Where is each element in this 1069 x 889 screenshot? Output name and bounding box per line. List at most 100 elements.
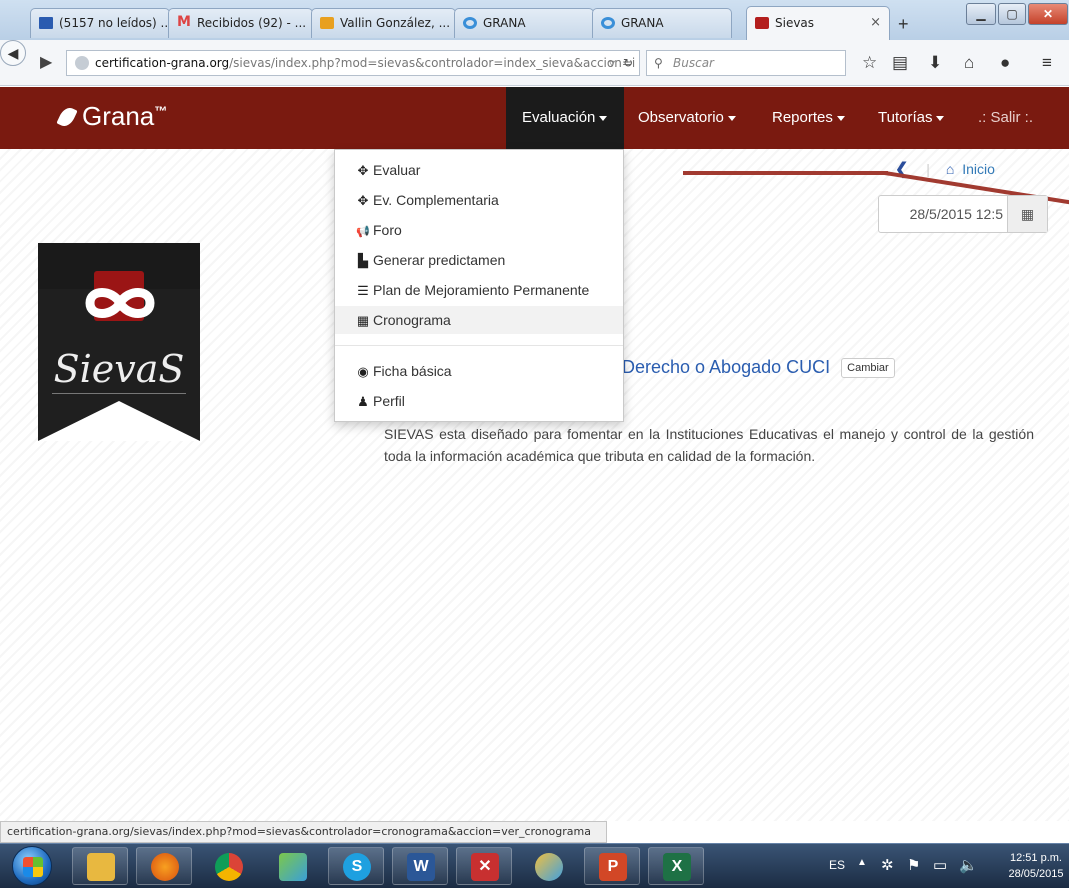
app-icon (279, 853, 307, 881)
annotation-line (683, 171, 888, 175)
logo-ribbon-notch (38, 401, 200, 441)
close-window-button[interactable]: ✕ (1028, 3, 1068, 25)
menu-icon[interactable]: ≡ (1042, 53, 1052, 73)
clock-date: 28/05/2015 (1008, 868, 1064, 880)
caret-down-icon (599, 115, 608, 121)
maximize-button[interactable]: ▢ (998, 3, 1026, 25)
menu-reportes[interactable]: Reportes (772, 87, 845, 149)
taskbar-word[interactable]: W (392, 847, 448, 885)
chat-icon[interactable]: ● (1000, 53, 1010, 73)
menu-salir[interactable]: .: Salir :. (978, 87, 1033, 149)
menu-item-perfil[interactable]: ♟ Perfil (335, 387, 623, 415)
reading-list-icon[interactable]: ▤ (892, 53, 908, 73)
taskbar-excel[interactable]: X (648, 847, 704, 885)
url-host: certification-grana.org (95, 56, 230, 70)
download-icon[interactable]: ⬇ (928, 53, 942, 73)
menu-item-foro[interactable]: 📢 Foro (335, 216, 623, 244)
clock[interactable]: 12:51 p.m. 28/05/2015 (1005, 850, 1067, 882)
search-box[interactable]: ⚲ Buscar (646, 50, 846, 76)
display-icon[interactable]: ▭ (933, 856, 947, 874)
taskbar-firefox[interactable] (136, 847, 192, 885)
reload-icon[interactable]: ↻ (623, 51, 633, 75)
menu-item-ev-complementaria[interactable]: ✥ Ev. Complementaria (335, 186, 623, 214)
tab-mail[interactable]: (5157 no leídos) ... (30, 8, 170, 38)
institution-name: Derecho o Abogado CUCI (622, 357, 831, 377)
tab-grana-2[interactable]: GRANA (592, 8, 732, 38)
grana-icon (601, 17, 615, 29)
move-icon: ✥ (357, 193, 369, 208)
forward-button[interactable]: ▶ (40, 52, 52, 72)
home-icon[interactable]: ⌂ (964, 53, 974, 73)
ribbon-cut-shape (38, 401, 200, 441)
url-path: /sievas/index.php?mod=sievas&controlador… (229, 56, 636, 70)
menu-item-label: Generar predictamen (373, 252, 506, 268)
taskbar-chrome[interactable] (200, 847, 256, 885)
status-bar-url: certification-grana.org/sievas/index.php… (0, 821, 607, 843)
change-button[interactable]: Cambiar (841, 358, 895, 378)
trademark: ™ (154, 103, 168, 119)
firefox-icon (151, 853, 179, 881)
menu-observatorio[interactable]: Observatorio (638, 87, 736, 149)
menu-item-label: Foro (373, 222, 402, 238)
dropdown-arrow-icon[interactable]: ▿ (609, 51, 615, 75)
language-indicator[interactable]: ES (829, 858, 845, 872)
new-tab-button[interactable]: + (898, 14, 909, 35)
excel-icon: X (663, 853, 691, 881)
show-hidden-icons[interactable]: ▲ (857, 857, 867, 868)
infinity-icon (85, 288, 155, 318)
menu-item-label: Evaluar (373, 162, 421, 178)
menu-label: Tutorías (878, 109, 933, 126)
address-bar[interactable]: certification-grana.org/sievas/index.php… (66, 50, 640, 76)
caret-down-icon (727, 115, 736, 121)
date-picker[interactable]: 28/5/2015 12:5 ▦ (878, 195, 1048, 233)
calendar-icon[interactable]: ▦ (1007, 196, 1047, 232)
menu-item-label: Ev. Complementaria (373, 192, 499, 208)
sievas-icon (755, 17, 769, 29)
menu-item-plan-mejoramiento[interactable]: ☰ Plan de Mejoramiento Permanente (335, 276, 623, 304)
description-text: SIEVAS esta diseñado para fomentar en la… (384, 426, 1034, 464)
menu-item-cronograma[interactable]: ▦ Cronograma (335, 306, 623, 334)
menu-item-ficha-basica[interactable]: ◉ Ficha básica (335, 357, 623, 385)
close-tab-icon[interactable]: × (870, 7, 881, 39)
logo-wordmark: SievaS (53, 347, 185, 391)
globe-icon (75, 56, 89, 70)
minimize-button[interactable]: ▁ (966, 3, 996, 25)
windows-logo-icon-lower (23, 867, 43, 877)
back-button[interactable]: ◀ (0, 40, 26, 66)
action-center-icon[interactable]: ⚑ (907, 856, 920, 874)
start-button[interactable] (12, 846, 52, 886)
brand-logo[interactable]: Grana™ (56, 101, 168, 132)
star-icon[interactable]: ☆ (862, 53, 877, 73)
menu-item-evaluar[interactable]: ✥ Evaluar (335, 156, 623, 184)
taskbar-powerpoint[interactable]: P (584, 847, 640, 885)
skype-icon: S (343, 853, 371, 881)
tab-gmail[interactable]: M Recibidos (92) - ... (168, 8, 313, 38)
taskbar-app-red[interactable]: ✕ (456, 847, 512, 885)
folder-icon (87, 853, 115, 881)
taskbar-paint[interactable] (520, 847, 576, 885)
tab-outlook[interactable]: Vallin González, ... (311, 8, 456, 38)
menu-tutorias[interactable]: Tutorías (878, 87, 945, 149)
volume-icon[interactable]: 🔈 (959, 856, 978, 874)
menu-evaluacion[interactable]: Evaluación (506, 87, 624, 149)
powerpoint-icon: P (599, 853, 627, 881)
tab-grana-1[interactable]: GRANA (454, 8, 594, 38)
evaluacion-dropdown-menu: ✥ Evaluar ✥ Ev. Complementaria 📢 Foro ▙ Gene… (334, 149, 624, 422)
breadcrumb-home-link[interactable]: Inicio (962, 161, 995, 177)
taskbar-app-green[interactable] (264, 847, 320, 885)
breadcrumb-separator: | (926, 161, 930, 177)
taskbar-skype[interactable]: S (328, 847, 384, 885)
outlook-icon (320, 17, 334, 29)
network-icon[interactable]: ✲ (881, 856, 894, 874)
tab-label: GRANA (483, 16, 526, 30)
menu-item-generar-predictamen[interactable]: ▙ Generar predictamen (335, 246, 623, 274)
windows-taskbar: S W ✕ P X ES ▲ ✲ ⚑ ▭ 🔈 12:51 p.m. 28/05/… (0, 843, 1069, 888)
date-input[interactable]: 28/5/2015 12:5 (879, 196, 1007, 232)
sievas-logo: SievaS (38, 243, 200, 441)
status-area (607, 821, 1069, 843)
tab-sievas[interactable]: Sievas × (746, 6, 890, 40)
caret-down-icon (936, 115, 945, 121)
home-icon[interactable]: ⌂ (946, 161, 954, 177)
move-icon: ✥ (357, 163, 369, 178)
taskbar-explorer[interactable] (72, 847, 128, 885)
